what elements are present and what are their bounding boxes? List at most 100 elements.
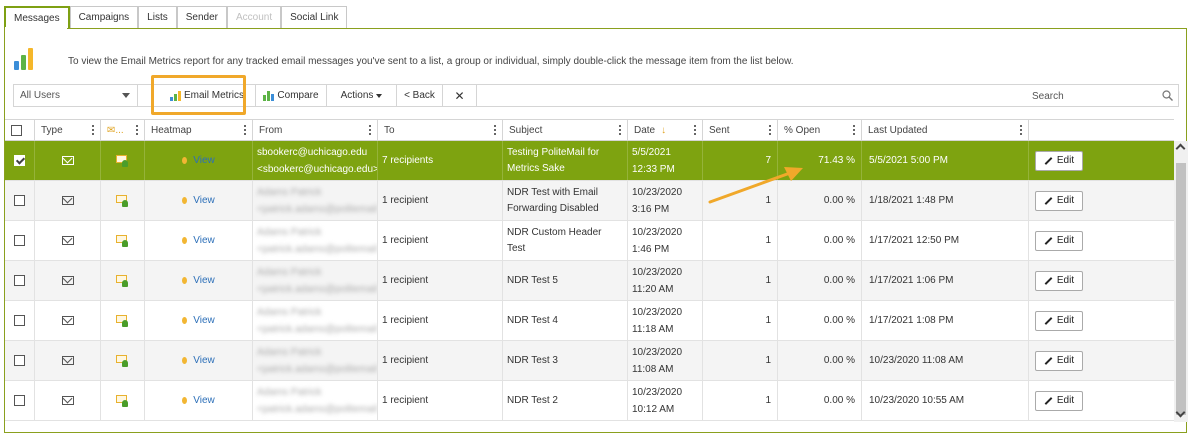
edit-button[interactable]: Edit: [1035, 150, 1083, 171]
scrollbar-thumb[interactable]: [1176, 163, 1186, 415]
col-last-updated[interactable]: Last Updated: [862, 120, 1029, 140]
date-cell: 10/23/2020 1:46 PM: [628, 221, 703, 260]
column-menu-icon[interactable]: [136, 125, 138, 135]
column-menu-icon[interactable]: [694, 125, 696, 135]
tab-sender[interactable]: Sender: [176, 6, 227, 28]
actions-label: Actions: [340, 90, 374, 101]
edit-button[interactable]: Edit: [1035, 350, 1083, 371]
subject-cell: NDR Custom Header Test: [503, 221, 628, 260]
close-button[interactable]: ✕: [443, 85, 477, 106]
edit-cell: Edit: [1029, 261, 1174, 300]
column-menu-icon[interactable]: [244, 125, 246, 135]
row-checkbox[interactable]: [14, 235, 25, 246]
column-menu-icon[interactable]: [769, 125, 771, 135]
table-row[interactable]: View Adams Patrick <patrick.adams@politema…: [5, 181, 1174, 221]
to-cell: 7 recipients: [378, 141, 503, 180]
row-checkbox[interactable]: [14, 315, 25, 326]
heatmap-view-link[interactable]: View: [193, 355, 215, 366]
to-value: 7 recipients: [382, 155, 434, 166]
user-filter-select[interactable]: All Users: [14, 85, 138, 106]
heatmap-view-link[interactable]: View: [193, 315, 215, 326]
col-tracking[interactable]: ✉...: [101, 120, 145, 140]
edit-button[interactable]: Edit: [1035, 390, 1083, 411]
date-cell: 10/23/2020 11:08 AM: [628, 341, 703, 380]
table-row[interactable]: View sbookerc@uchicago.edu <sbookerc@uchic…: [5, 141, 1174, 181]
open-value: 0.00 %: [823, 235, 855, 246]
subject-value: NDR Test 3: [507, 354, 558, 366]
heatmap-view-link[interactable]: View: [193, 155, 215, 166]
column-menu-icon[interactable]: [1020, 125, 1022, 135]
table-row[interactable]: View Adams Patrick <patrick.adams@politema…: [5, 301, 1174, 341]
from-email: <patrick.adams@politemail: [257, 203, 378, 215]
chevron-up-icon[interactable]: [1175, 143, 1186, 154]
column-menu-icon[interactable]: [619, 125, 621, 135]
sent-cell: 7: [703, 141, 778, 180]
tab-campaigns[interactable]: Campaigns: [69, 6, 139, 28]
to-value: 1 recipient: [382, 235, 429, 246]
envelope-icon: [61, 316, 74, 325]
sent-value: 7: [765, 155, 771, 166]
column-menu-icon[interactable]: [369, 125, 371, 135]
row-checkbox[interactable]: [14, 155, 25, 166]
tab-messages[interactable]: Messages: [4, 6, 70, 29]
select-all-checkbox[interactable]: [11, 124, 22, 136]
updated-cell: 1/17/2021 1:08 PM: [862, 301, 1029, 340]
column-menu-icon[interactable]: [494, 125, 496, 135]
metrics-logo-icon: [14, 48, 38, 70]
compare-button[interactable]: Compare: [256, 85, 327, 106]
row-checkbox[interactable]: [14, 195, 25, 206]
updated-cell: 10/23/2020 11:08 AM: [862, 341, 1029, 380]
back-button[interactable]: < Back: [397, 85, 443, 106]
open-cell: 0.00 %: [778, 221, 862, 260]
user-filter-value: All Users: [20, 90, 61, 101]
edit-button[interactable]: Edit: [1035, 310, 1083, 331]
row-checkbox[interactable]: [14, 355, 25, 366]
tracked-recipient-icon: [116, 154, 129, 167]
col-date-label: Date: [634, 124, 656, 136]
updated-value: 1/17/2021 12:50 PM: [869, 235, 960, 246]
heatmap-view-link[interactable]: View: [193, 235, 215, 246]
table-row[interactable]: View Adams Patrick <patrick.adams@politema…: [5, 381, 1174, 421]
col-open[interactable]: % Open: [778, 120, 862, 140]
col-heatmap[interactable]: Heatmap: [145, 120, 253, 140]
from-email: <patrick.adams@politemail: [257, 363, 378, 375]
tab-lists[interactable]: Lists: [138, 6, 177, 28]
from-cell: Adams Patrick <patrick.adams@politemail: [253, 381, 378, 420]
col-subject[interactable]: Subject: [503, 120, 628, 140]
column-menu-icon[interactable]: [853, 125, 855, 135]
subject-cell: NDR Test 3: [503, 341, 628, 380]
col-type[interactable]: Type: [35, 120, 101, 140]
col-from[interactable]: From: [253, 120, 378, 140]
col-sent[interactable]: Sent: [703, 120, 778, 140]
heatmap-view-link[interactable]: View: [193, 275, 215, 286]
open-value: 71.43 %: [818, 155, 855, 166]
time-value: 12:33 PM: [632, 163, 675, 175]
subject-value: NDR Test 2: [507, 394, 558, 406]
heatmap-view-link[interactable]: View: [193, 395, 215, 406]
col-to[interactable]: To: [378, 120, 503, 140]
col-type-label: Type: [41, 124, 63, 136]
edit-button[interactable]: Edit: [1035, 270, 1083, 291]
subject-value: NDR Custom Header Test: [507, 226, 602, 254]
col-date[interactable]: Date ↓: [628, 120, 703, 140]
row-checkbox[interactable]: [14, 395, 25, 406]
sent-value: 1: [765, 355, 771, 366]
from-name: Adams Patrick: [257, 386, 322, 398]
heatmap-cell: View: [145, 181, 253, 220]
time-value: 3:16 PM: [632, 203, 670, 215]
edit-button[interactable]: Edit: [1035, 230, 1083, 251]
edit-button[interactable]: Edit: [1035, 190, 1083, 211]
column-menu-icon[interactable]: [92, 125, 94, 135]
tab-social-link[interactable]: Social Link: [281, 6, 348, 28]
actions-menu-button[interactable]: Actions: [327, 85, 397, 106]
vertical-scrollbar[interactable]: [1174, 141, 1188, 422]
table-row[interactable]: View Adams Patrick <patrick.adams@politema…: [5, 261, 1174, 301]
search-input[interactable]: Search: [1032, 91, 1064, 102]
table-row[interactable]: View Adams Patrick <patrick.adams@politema…: [5, 221, 1174, 261]
table-row[interactable]: View Adams Patrick <patrick.adams@politema…: [5, 341, 1174, 381]
search-icon[interactable]: [1162, 90, 1173, 101]
row-checkbox[interactable]: [14, 275, 25, 286]
envelope-icon: [61, 396, 74, 405]
open-value: 0.00 %: [823, 355, 855, 366]
heatmap-view-link[interactable]: View: [193, 195, 215, 206]
